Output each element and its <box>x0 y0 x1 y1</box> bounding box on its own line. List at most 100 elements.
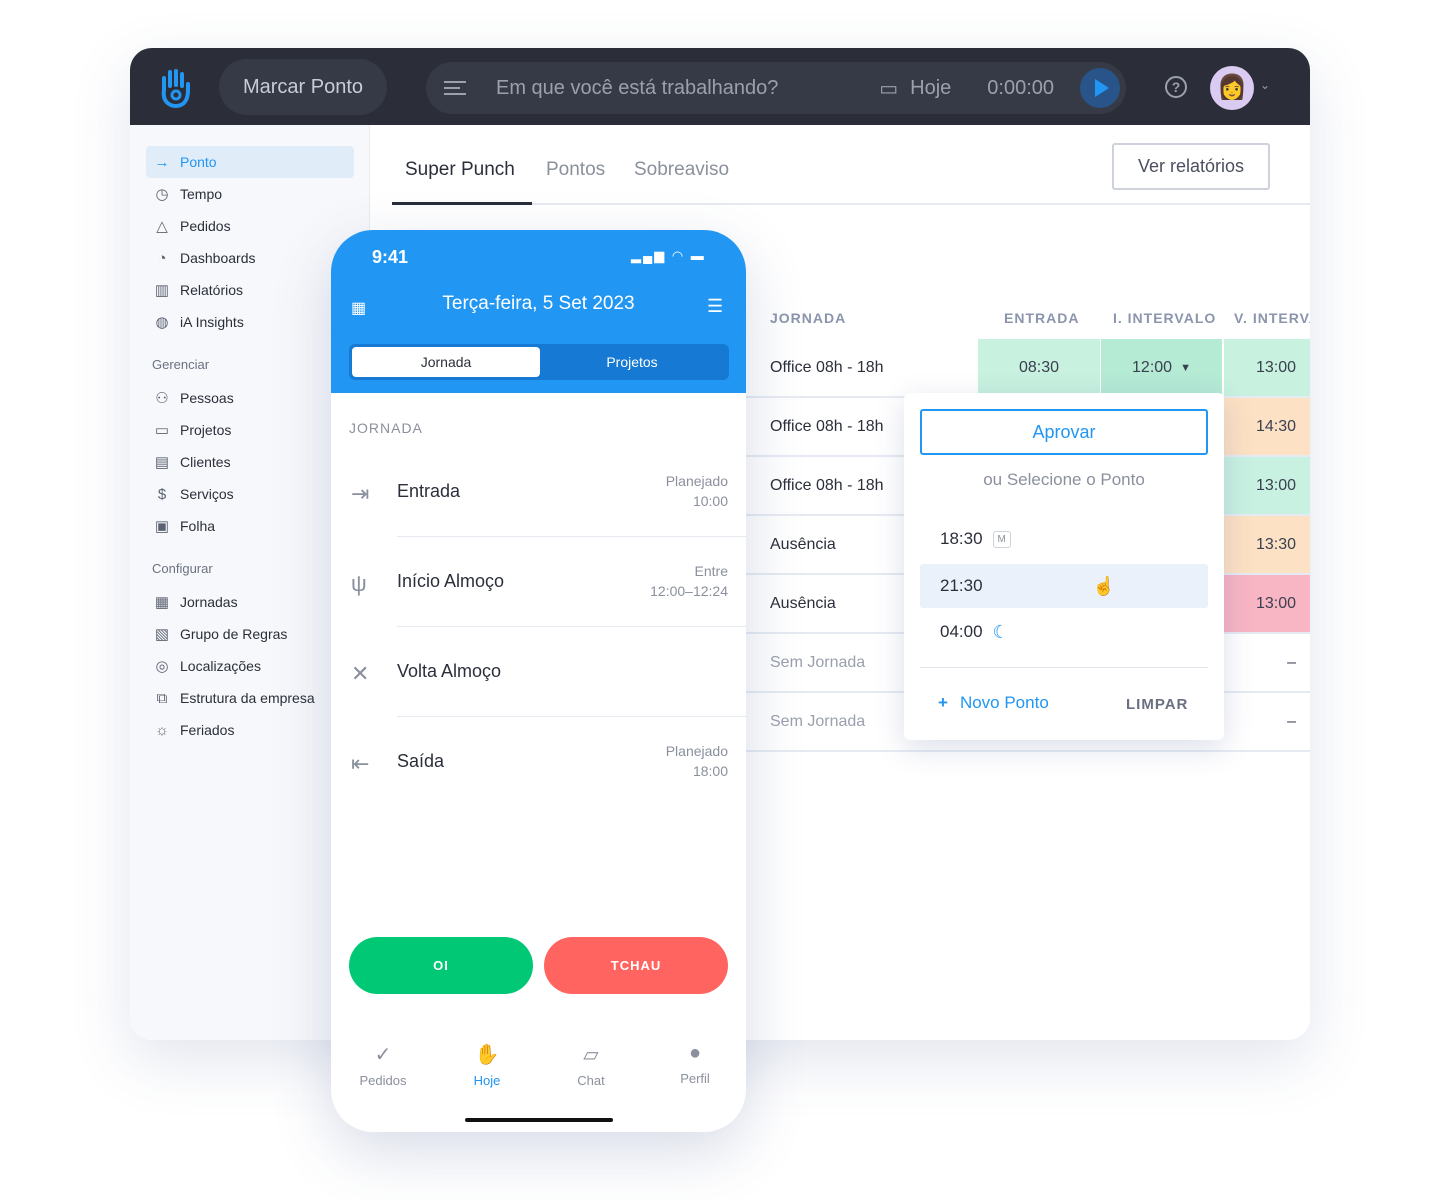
sidebar-item-label: Dashboards <box>180 250 256 266</box>
volta-cell[interactable]: 14:30 <box>1224 398 1310 455</box>
schedule-label: Planejado <box>665 743 728 759</box>
nav-label: Perfil <box>680 1071 710 1086</box>
punch-schedule: Planejado 10:00 <box>666 471 728 511</box>
sidebar-item-estrutura-da-empresa[interactable]: ⧉ Estrutura da empresa <box>146 682 354 714</box>
tab-sobreaviso[interactable]: Sobreaviso <box>634 159 729 181</box>
sidebar-item-localizações[interactable]: ◎ Localizações <box>146 650 354 682</box>
volta-cell[interactable]: 13:30 <box>1224 516 1310 573</box>
sidebar-item-dashboards[interactable]: ◔ Dashboards <box>146 242 354 274</box>
sidebar-item-tempo[interactable]: ◷ Tempo <box>146 178 354 210</box>
schedule-time: 18:00 <box>692 763 728 779</box>
sidebar-icon: ⧉ <box>156 689 168 707</box>
novo-ponto-button[interactable]: + Novo Ponto <box>938 693 1049 713</box>
sidebar-item-label: Grupo de Regras <box>180 626 288 642</box>
play-button[interactable] <box>1080 68 1120 108</box>
limpar-button[interactable]: LIMPAR <box>1126 696 1188 713</box>
volta-cell[interactable]: 13:00 <box>1224 457 1310 514</box>
punch-popup: Aprovar ou Selecione o Ponto 18:30 M 21:3… <box>904 393 1224 740</box>
list-icon[interactable]: ☰ <box>707 296 723 317</box>
divider <box>920 667 1208 668</box>
intervalo-cell[interactable]: 12:00 ▼ <box>1101 339 1222 396</box>
sidebar-item-serviços[interactable]: $ Serviços <box>146 478 354 510</box>
sidebar-item-jornadas[interactable]: ▦ Jornadas <box>146 586 354 618</box>
chevron-down-icon[interactable]: ⌄ <box>1260 78 1270 92</box>
jornada-cell: Office 08h - 18h <box>770 418 884 435</box>
punch-label: Início Almoço <box>397 571 505 591</box>
punch-type-icon: ⇤ <box>351 751 370 776</box>
punch-option[interactable]: 21:30 ☝ <box>920 564 1208 608</box>
intervalo-value: 12:00 <box>1132 358 1173 376</box>
sidebar-item-projetos[interactable]: ▭ Projetos <box>146 414 354 446</box>
punch-time: 18:30 <box>940 529 983 548</box>
menu-icon[interactable] <box>444 77 466 99</box>
task-input[interactable]: Em que você está trabalhando? <box>496 77 879 100</box>
punch-item-1[interactable]: ψ Início Almoço Entre 12:00–12:24 <box>331 537 746 627</box>
table-row[interactable]: Office 08h - 18h 08:30 12:00 ▼ 13:00 <box>740 339 1310 398</box>
sidebar-item-pessoas[interactable]: ⚇ Pessoas <box>146 382 354 414</box>
punch-time: 21:30 <box>940 576 983 595</box>
nav-chat[interactable]: ▱ Chat <box>539 1042 643 1088</box>
sidebar-item-label: Ponto <box>180 154 217 170</box>
punch-type-icon: ψ <box>351 571 367 596</box>
nav-hoje[interactable]: ✋ Hoje <box>435 1042 539 1088</box>
sidebar-icon: ▦ <box>154 594 170 611</box>
punch-option[interactable]: 18:30 M <box>920 517 1208 561</box>
hand-cursor-icon: ☝ <box>1092 575 1115 596</box>
sidebar-icon: ▥ <box>154 282 170 299</box>
nav-icon: ✓ <box>374 1044 392 1066</box>
marcar-ponto-button[interactable]: Marcar Ponto <box>219 59 387 115</box>
segment-jornada[interactable]: Jornada <box>352 347 540 377</box>
sidebar-item-pedidos[interactable]: △ Pedidos <box>146 210 354 242</box>
sidebar-icon: ◔ <box>157 249 167 267</box>
active-tab-indicator <box>392 202 532 205</box>
play-icon <box>1095 79 1109 97</box>
help-icon[interactable]: ? <box>1165 76 1187 98</box>
nav-perfil[interactable]: ● Perfil <box>643 1042 746 1086</box>
segment-projetos[interactable]: Projetos <box>538 347 726 377</box>
volta-cell[interactable]: 13:00 <box>1224 575 1310 632</box>
sidebar-item-grupo-de-regras[interactable]: ▧ Grupo de Regras <box>146 618 354 650</box>
tab-super-punch[interactable]: Super Punch <box>405 159 515 181</box>
tab-pontos[interactable]: Pontos <box>546 159 605 181</box>
sidebar-item-clientes[interactable]: ▤ Clientes <box>146 446 354 478</box>
sidebar-item-label: Clientes <box>180 454 231 470</box>
date-selector[interactable]: Hoje <box>910 77 951 100</box>
plus-icon: + <box>938 693 948 712</box>
sidebar-item-label: Relatórios <box>180 282 244 298</box>
home-indicator <box>465 1118 613 1122</box>
sidebar-item-folha[interactable]: ▣ Folha <box>146 510 354 542</box>
column-header-jornada: JORNADA <box>770 310 847 326</box>
sidebar-item-label: Folha <box>180 518 216 534</box>
tchau-button[interactable]: TCHAU <box>544 937 728 994</box>
avatar[interactable]: 👩 <box>1210 66 1254 110</box>
punch-item-2[interactable]: ✕ Volta Almoço <box>331 627 746 717</box>
volta-cell[interactable]: – <box>1224 634 1310 691</box>
volta-cell[interactable]: – <box>1224 693 1310 750</box>
sidebar-icon: ◍ <box>155 314 169 331</box>
nav-label: Hoje <box>473 1073 501 1088</box>
aprovar-button[interactable]: Aprovar <box>920 409 1208 455</box>
sidebar-item-label: iA Insights <box>180 314 244 330</box>
punch-item-3[interactable]: ⇤ Saída Planejado 18:00 <box>331 717 746 807</box>
top-bar: Marcar Ponto Em que você está trabalhand… <box>130 48 1310 125</box>
entrada-cell[interactable]: 08:30 <box>978 339 1100 396</box>
hand-logo-icon[interactable] <box>158 68 192 109</box>
sidebar-item-feriados[interactable]: ☼ Feriados <box>146 714 354 746</box>
sidebar-item-ponto[interactable]: → Ponto <box>146 146 354 178</box>
status-icons: ▂▄▆ ◠ ▬ <box>631 248 706 263</box>
sidebar-item-relatórios[interactable]: ▥ Relatórios <box>146 274 354 306</box>
volta-cell[interactable]: 13:00 <box>1224 339 1310 396</box>
section-title-gerenciar: Gerenciar <box>152 357 210 372</box>
punch-item-0[interactable]: ⇥ Entrada Planejado 10:00 <box>331 447 746 537</box>
oi-button[interactable]: OI <box>349 937 533 994</box>
sidebar-item-label: Pessoas <box>180 390 234 406</box>
sidebar-icon: ▣ <box>154 518 170 535</box>
nav-pedidos[interactable]: ✓ Pedidos <box>331 1042 435 1088</box>
punch-schedule: Entre 12:00–12:24 <box>650 561 728 601</box>
sidebar-item-ia-insights[interactable]: ◍ iA Insights <box>146 306 354 338</box>
ver-relatorios-button[interactable]: Ver relatórios <box>1112 143 1270 190</box>
status-clock: 9:41 <box>372 247 409 267</box>
punch-option[interactable]: 04:00 ☾ <box>920 610 1208 654</box>
calendar-icon[interactable]: ▭ <box>879 76 898 101</box>
sidebar-item-label: Jornadas <box>180 594 238 610</box>
